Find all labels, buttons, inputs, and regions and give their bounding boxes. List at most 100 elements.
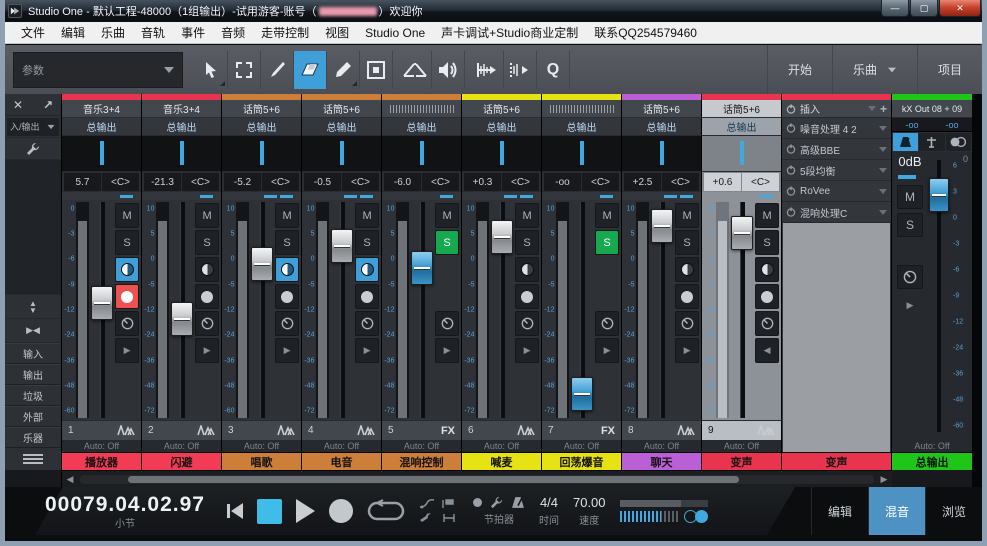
fader-handle[interactable] xyxy=(250,246,273,281)
master-gain-value[interactable]: 0dB xyxy=(898,154,921,169)
browse-view-button[interactable]: 浏览 xyxy=(925,487,982,535)
automation-mode[interactable]: Auto: Off xyxy=(702,440,781,452)
close-mixer-icon[interactable]: ✕ xyxy=(13,98,23,112)
expand-channel-button[interactable]: ▶ xyxy=(355,338,379,363)
channel-output-route[interactable]: 总输出 xyxy=(302,118,381,136)
master-output-name[interactable]: kX Out 08 + 09 xyxy=(892,100,972,118)
monitor-button[interactable] xyxy=(115,257,139,282)
strip-silence-tool-button[interactable] xyxy=(504,50,537,89)
quantize-tool-button[interactable]: Q xyxy=(537,50,570,89)
loop-range-icon[interactable] xyxy=(441,513,457,523)
fader-track[interactable] xyxy=(490,200,513,420)
solo-button[interactable]: S xyxy=(755,230,779,255)
time-signature[interactable]: 4/4 时间 xyxy=(539,495,559,527)
insert-panel-header[interactable]: 插入 + xyxy=(782,100,891,118)
solo-button[interactable]: S xyxy=(675,230,699,255)
channel-label[interactable]: 混响控制 xyxy=(382,452,461,470)
menu-item[interactable]: 乐曲 xyxy=(93,24,133,41)
master-channel-label[interactable]: 总输出 xyxy=(892,452,972,470)
stop-button[interactable] xyxy=(256,498,282,524)
expand-channel-button[interactable]: ◀ xyxy=(755,338,779,363)
menu-item[interactable]: 编辑 xyxy=(53,24,93,41)
mute-button[interactable]: M xyxy=(755,203,779,228)
channel-strip[interactable]: 话筒5+6 总输出 +0.3 <C> 10 5 0 -5 -12 -24 -36 -48 -72… xyxy=(462,94,542,470)
pan-value[interactable]: <C> xyxy=(502,173,539,191)
power-icon[interactable] xyxy=(786,207,796,217)
solo-button[interactable]: S xyxy=(275,230,299,255)
fader-handle[interactable] xyxy=(90,286,113,321)
pan-value[interactable]: <C> xyxy=(422,173,459,191)
monitor-button[interactable] xyxy=(355,257,379,282)
channel-strip[interactable]: 话筒5+6 总输出 -5.2 <C> 10 5 0 -5 -12 -24 -36 -48 -60… xyxy=(222,94,302,470)
tempo-curve-icon[interactable] xyxy=(419,499,435,509)
automation-mode[interactable]: Auto: Off xyxy=(62,440,141,452)
expand-channel-button[interactable]: ▶ xyxy=(275,338,299,363)
fader-track[interactable] xyxy=(650,200,673,420)
master-knob-button[interactable] xyxy=(897,265,923,289)
maximize-button[interactable]: ▢ xyxy=(910,0,938,17)
channel-output-route[interactable]: 总输出 xyxy=(142,118,221,136)
record-button[interactable] xyxy=(328,499,353,523)
bend-tool-button[interactable] xyxy=(471,50,504,89)
pan-control[interactable] xyxy=(622,136,701,172)
channel-strip[interactable]: 音乐3+4 总输出 -21.3 <C> 10 5 0 -5 -12 -24 -36 -48 -7… xyxy=(142,94,222,470)
fader-track[interactable] xyxy=(250,200,273,420)
solo-button[interactable]: S xyxy=(115,230,139,255)
record-arm-button[interactable] xyxy=(115,284,139,309)
channel-label[interactable]: 聊天 xyxy=(622,452,701,470)
expand-channel-button[interactable]: ▶ xyxy=(115,338,139,363)
monitor-button[interactable] xyxy=(195,257,219,282)
narrow-channels-button[interactable]: ▶◀ xyxy=(5,319,61,343)
fader-track[interactable] xyxy=(410,200,433,420)
chevron-down-icon[interactable] xyxy=(879,146,887,152)
mute-button[interactable]: M xyxy=(435,203,459,228)
expand-channel-button[interactable]: ▶ xyxy=(435,338,459,363)
chevron-down-icon[interactable] xyxy=(879,125,887,131)
channel-strip[interactable]: 总输出 -6.0 <C> 10 5 0 -5 -12 -24 -36 -48 -72 M S ▶ 5… xyxy=(382,94,462,470)
channel-label[interactable]: 喊麦 xyxy=(462,452,541,470)
record-arm-button[interactable] xyxy=(675,284,699,309)
sidebar-item-instruments[interactable]: 乐器 xyxy=(5,427,61,448)
chevron-down-icon[interactable] xyxy=(867,106,876,111)
mute-button[interactable]: M xyxy=(595,203,619,228)
input-gain-knob[interactable] xyxy=(355,311,379,336)
add-insert-icon[interactable]: + xyxy=(880,102,887,116)
channel-output-route[interactable]: 总输出 xyxy=(702,118,781,136)
monitor-button[interactable] xyxy=(755,257,779,282)
sidebar-item-inputs[interactable]: 输入 xyxy=(5,343,61,364)
volume-value[interactable]: -21.3 xyxy=(144,173,181,191)
banks-menu-button[interactable] xyxy=(5,448,61,470)
channel-strip[interactable]: 话筒5+6 总输出 -0.5 <C> 10 5 0 -5 -12 -24 -36 -48 -72… xyxy=(302,94,382,470)
edit-view-button[interactable]: 编辑 xyxy=(811,487,868,535)
expand-channel-button[interactable]: ▶ xyxy=(595,338,619,363)
pan-value[interactable]: <C> xyxy=(582,173,619,191)
channel-label[interactable]: 回荡爆音 xyxy=(542,452,621,470)
fader-handle[interactable] xyxy=(490,220,513,255)
range-tool-button[interactable] xyxy=(228,50,261,89)
solo-button[interactable]: S xyxy=(515,230,539,255)
record-arm-button[interactable] xyxy=(195,284,219,309)
expand-channel-button[interactable]: ▶ xyxy=(675,338,699,363)
detach-mixer-icon[interactable]: ↗ xyxy=(43,98,53,112)
tempo[interactable]: 70.00 速度 xyxy=(573,495,606,527)
input-gain-knob[interactable] xyxy=(675,311,699,336)
scrollbar-thumb[interactable] xyxy=(127,475,739,483)
channel-output-route[interactable]: 总输出 xyxy=(622,118,701,136)
automation-mode[interactable]: Auto: Off xyxy=(302,440,381,452)
mute-button[interactable]: M xyxy=(355,203,379,228)
automation-mode[interactable]: Auto: Off xyxy=(462,440,541,452)
input-gain-knob[interactable] xyxy=(275,311,299,336)
pan-control[interactable] xyxy=(62,136,141,172)
meter-toggle[interactable] xyxy=(683,510,708,523)
fader-track[interactable] xyxy=(570,200,593,420)
fader-handle[interactable] xyxy=(410,251,433,286)
minimize-button[interactable]: — xyxy=(881,0,909,17)
pan-control[interactable] xyxy=(462,136,541,172)
volume-value[interactable]: -oo xyxy=(544,173,581,191)
master-fader-handle[interactable] xyxy=(929,178,949,213)
monitor-button[interactable] xyxy=(675,257,699,282)
channel-name[interactable]: 话筒5+6 xyxy=(462,100,541,118)
solo-button[interactable]: S xyxy=(355,230,379,255)
scroll-left-icon[interactable]: ◀ xyxy=(62,474,78,485)
channel-name[interactable]: 音乐3+4 xyxy=(142,100,221,118)
